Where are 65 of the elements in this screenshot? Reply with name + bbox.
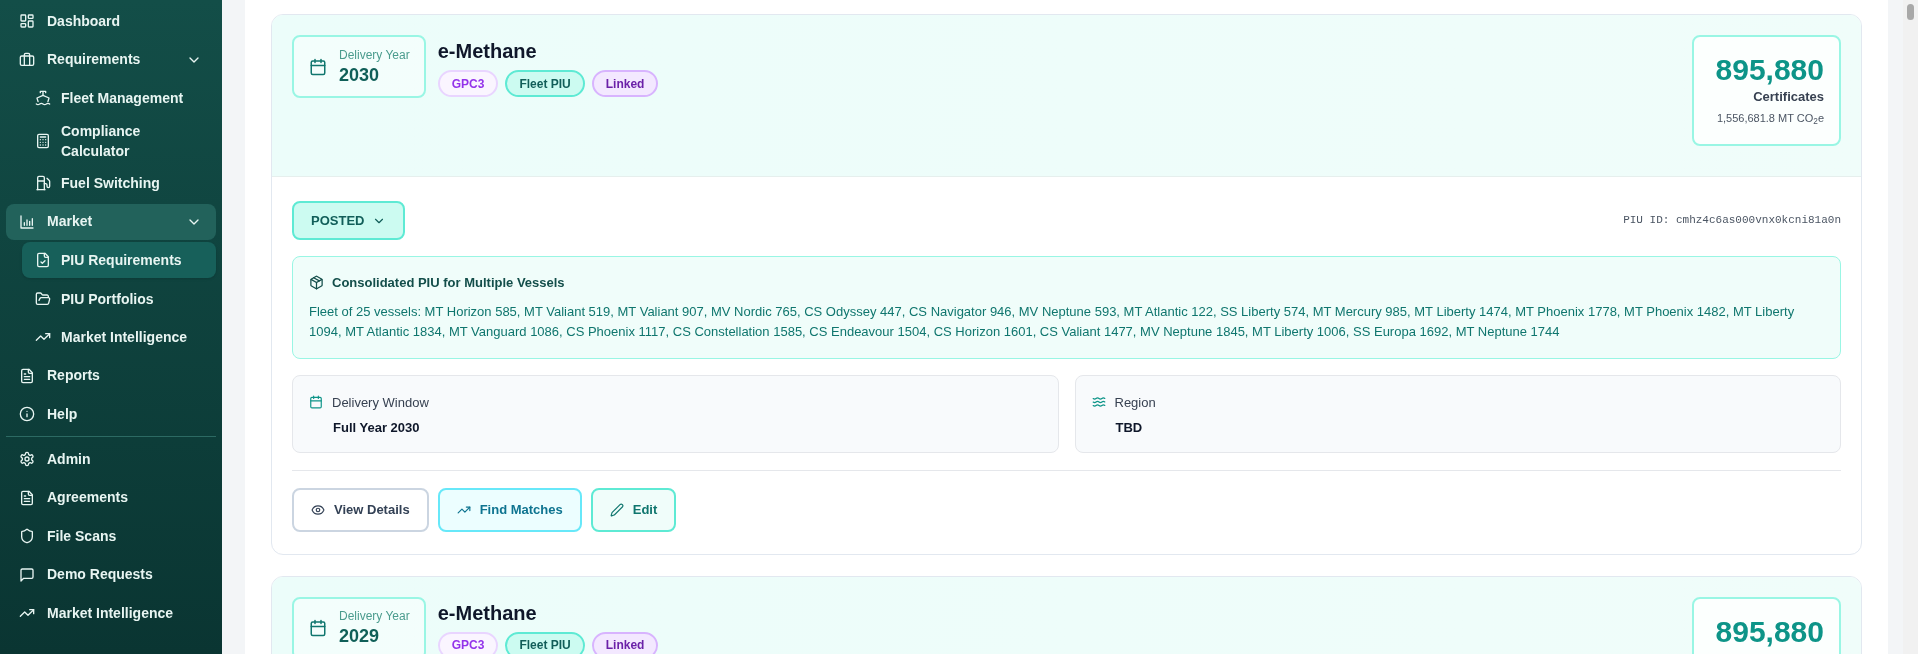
- calendar-icon: [309, 395, 323, 410]
- status-dropdown[interactable]: POSTED: [292, 201, 406, 240]
- briefcase-icon: [19, 51, 35, 68]
- consolidated-title: Consolidated PIU for Multiple Vessels: [332, 274, 565, 292]
- vessel-list: Fleet of 25 vessels: MT Horizon 585, MT Valiant 519, MT Valiant 907, MV Nordic 765, CS Odyssey 447, CS Navigator 946, MV Neptune 593, MT Atlantic 122, SS Liberty 574, MT Mercury 985, MT Liberty 1474, MT Phoenix 1778, MT Phoenix 1482, MT Liberty 1094, MT Atlantic 1834, MT Vanguard 1086, CS Phoenix 1117, CS Constellation 1585, CS Endeavour 1504, CS Horizon 1601, CS Valiant 1477, MV Neptune 1845, MT Liberty 1006, SS Europa 1692, MT Neptune 1744: [309, 301, 1824, 342]
- document-icon: [19, 489, 35, 506]
- sidebar-item[interactable]: Requirements: [6, 41, 216, 78]
- detail-label: Region: [1114, 393, 1156, 412]
- sidebar-item[interactable]: PIU Requirements: [22, 242, 216, 278]
- calendar-icon: [309, 57, 327, 76]
- delivery-year-label: Delivery Year: [339, 608, 410, 624]
- tag: Fleet PIU: [505, 631, 585, 654]
- certificates-count: 895,880: [1715, 53, 1824, 87]
- shield-icon: [19, 528, 35, 544]
- scrollbar[interactable]: [1903, 0, 1918, 654]
- tag: GPC3: [437, 631, 499, 654]
- waves-icon: [1091, 395, 1106, 410]
- sidebar-item[interactable]: Fuel Switching: [22, 165, 216, 201]
- sidebar-item[interactable]: File Scans: [6, 518, 216, 554]
- ship-icon: [35, 90, 51, 106]
- tag: Fleet PIU: [505, 70, 585, 97]
- calendar-icon: [309, 619, 327, 637]
- action-button[interactable]: Find Matches: [437, 487, 582, 532]
- sidebar-item[interactable]: Agreements: [6, 479, 216, 516]
- fuel-pump-icon: [35, 175, 51, 191]
- bar-chart-icon: [19, 213, 35, 230]
- piu-id: PIU ID: cmhz4c6as000vnx0kcni81a0n: [1623, 213, 1841, 229]
- sidebar-item[interactable]: Reports: [6, 357, 216, 394]
- sidebar-item[interactable]: PIU Portfolios: [22, 280, 216, 317]
- document-icon: [19, 367, 35, 384]
- delivery-year: 2030: [339, 63, 381, 87]
- grid-icon: [19, 13, 35, 29]
- fuel-title: e-Methane: [437, 39, 538, 63]
- tag: Linked: [591, 631, 659, 654]
- sidebar-item[interactable]: Help: [6, 396, 216, 432]
- sidebar-item[interactable]: Market Intelligence: [6, 595, 216, 631]
- delivery-year-label: Delivery Year: [339, 46, 410, 63]
- sidebar-item[interactable]: Market Intelligence: [22, 319, 216, 355]
- settings-icon: [19, 451, 35, 467]
- detail-value: Full Year 2030: [333, 419, 421, 437]
- tag: GPC3: [437, 70, 499, 97]
- emissions-value: 1,556,681.8 MT CO$_{2}$e: [1716, 110, 1824, 126]
- detail-label: Delivery Window: [332, 393, 429, 412]
- sidebar-item[interactable]: Fleet Management: [22, 80, 216, 116]
- sidebar-item[interactable]: Demo Requests: [6, 556, 216, 593]
- info-icon: [19, 406, 35, 422]
- certificates-label: Certificates: [1753, 88, 1824, 106]
- sidebar-item[interactable]: Market: [6, 203, 216, 240]
- pencil-icon: [609, 502, 624, 517]
- folder-icon: [35, 290, 51, 307]
- file-check-icon: [35, 252, 51, 268]
- certificates-count: 895,880: [1715, 614, 1824, 649]
- eye-icon: [311, 502, 325, 517]
- delivery-year: 2029: [339, 625, 381, 648]
- sidebar-item[interactable]: Admin: [6, 441, 216, 477]
- sidebar-item[interactable]: Compliance Calculator: [22, 118, 216, 163]
- speech-bubble-icon: [19, 566, 35, 583]
- action-button[interactable]: View Details: [292, 487, 429, 532]
- package-icon: [309, 275, 324, 291]
- fuel-title: e-Methane: [437, 600, 538, 625]
- tag: Linked: [591, 70, 659, 97]
- action-button[interactable]: Edit: [590, 487, 677, 532]
- calculator-icon: [35, 132, 51, 149]
- detail-value: TBD: [1115, 419, 1144, 437]
- sidebar-item[interactable]: Dashboard: [6, 3, 216, 39]
